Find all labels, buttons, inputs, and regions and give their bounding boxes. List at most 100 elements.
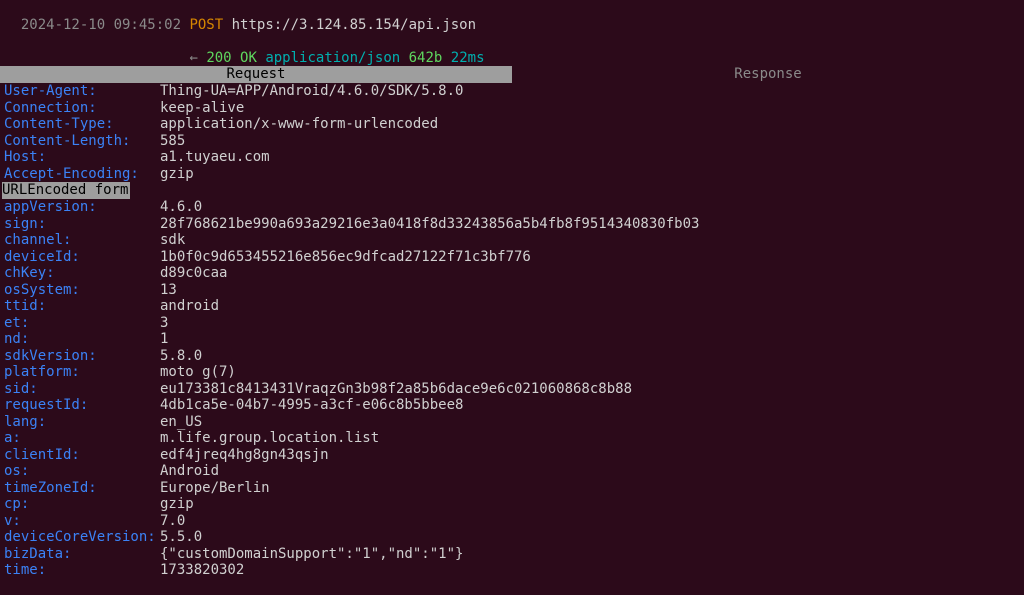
kv-value: d89c0caa [160,265,1020,282]
kv-key: sign: [4,216,160,233]
kv-key: os: [4,463,160,480]
tab-request[interactable]: Request [0,66,512,83]
kv-value: gzip [160,166,1020,183]
kv-value: 3 [160,315,1020,332]
kv-row[interactable]: Content-Length: 585 [4,133,1020,150]
kv-row[interactable]: bizData: {"customDomainSupport":"1","nd"… [4,546,1020,563]
kv-key: platform: [4,364,160,381]
tab-response[interactable]: Response [512,66,1024,83]
kv-row[interactable]: Accept-Encoding: gzip [4,166,1020,183]
kv-value: 28f768621be990a693a29216e3a0418f8d332438… [160,216,1020,233]
kv-key: clientId: [4,447,160,464]
kv-key: osSystem: [4,282,160,299]
http-status: 200 OK [206,50,257,66]
request-headers: User-Agent: Thing-UA=APP/Android/4.6.0/S… [0,83,1024,182]
kv-value: application/x-www-form-urlencoded [160,116,1020,133]
kv-key: v: [4,513,160,530]
kv-row[interactable]: sign: 28f768621be990a693a29216e3a0418f8d… [4,216,1020,233]
kv-row[interactable]: sid: eu173381c8413431VraqzGn3b98f2a85b6d… [4,381,1020,398]
kv-value: 13 [160,282,1020,299]
kv-row[interactable]: deviceCoreVersion: 5.5.0 [4,529,1020,546]
kv-key: requestId: [4,397,160,414]
kv-value: sdk [160,232,1020,249]
kv-key: bizData: [4,546,160,563]
kv-key: chKey: [4,265,160,282]
kv-key: Connection: [4,100,160,117]
kv-value: 4db1ca5e-04b7-4995-a3cf-e06c8b5bbee8 [160,397,1020,414]
kv-key: deviceCoreVersion: [4,529,160,546]
kv-key: appVersion: [4,199,160,216]
kv-row[interactable]: sdkVersion: 5.8.0 [4,348,1020,365]
kv-row[interactable]: appVersion: 4.6.0 [4,199,1020,216]
kv-value: en_US [160,414,1020,431]
kv-row[interactable]: ttid: android [4,298,1020,315]
kv-value: 585 [160,133,1020,150]
kv-key: lang: [4,414,160,431]
kv-value: 5.8.0 [160,348,1020,365]
kv-row[interactable]: et: 3 [4,315,1020,332]
kv-row[interactable]: Host: a1.tuyaeu.com [4,149,1020,166]
kv-value: keep-alive [160,100,1020,117]
kv-row[interactable]: time: 1733820302 [4,562,1020,579]
arrow-icon: ← [189,50,197,66]
kv-row[interactable]: User-Agent: Thing-UA=APP/Android/4.6.0/S… [4,83,1020,100]
response-size: 642b [409,50,443,66]
kv-value: moto g(7) [160,364,1020,381]
kv-key: Host: [4,149,160,166]
kv-value: a1.tuyaeu.com [160,149,1020,166]
kv-row[interactable]: chKey: d89c0caa [4,265,1020,282]
kv-value: 1b0f0c9d653455216e856ec9dfcad27122f71c3b… [160,249,1020,266]
timestamp: 2024-12-10 09:45:02 [21,17,181,33]
kv-key: timeZoneId: [4,480,160,497]
kv-key: nd: [4,331,160,348]
kv-key: a: [4,430,160,447]
http-method: POST [189,17,223,33]
kv-row[interactable]: a: m.life.group.location.list [4,430,1020,447]
kv-value: android [160,298,1020,315]
kv-row[interactable]: nd: 1 [4,331,1020,348]
kv-value: Android [160,463,1020,480]
kv-row[interactable]: Connection: keep-alive [4,100,1020,117]
kv-row[interactable]: requestId: 4db1ca5e-04b7-4995-a3cf-e06c8… [4,397,1020,414]
kv-row[interactable]: Content-Type: application/x-www-form-url… [4,116,1020,133]
kv-value: Europe/Berlin [160,480,1020,497]
section-urlencoded-form[interactable]: URLEncoded form [2,182,130,199]
kv-row[interactable]: lang: en_US [4,414,1020,431]
kv-row[interactable]: os: Android [4,463,1020,480]
kv-key: Content-Type: [4,116,160,133]
kv-key: Accept-Encoding: [4,166,160,183]
kv-value: {"customDomainSupport":"1","nd":"1"} [160,546,1020,563]
kv-value: eu173381c8413431VraqzGn3b98f2a85b6dace9e… [160,381,1020,398]
kv-row[interactable]: clientId: edf4jreq4hg8gn43qsjn [4,447,1020,464]
tabs: Request Response [0,66,1024,83]
kv-row[interactable]: channel: sdk [4,232,1020,249]
kv-key: Content-Length: [4,133,160,150]
latency: 22ms [451,50,485,66]
kv-row[interactable]: cp: gzip [4,496,1020,513]
request-summary-line2: ← 200 OK application/json 642b 22ms [0,33,1024,66]
kv-value: 5.5.0 [160,529,1020,546]
kv-key: sdkVersion: [4,348,160,365]
kv-value: gzip [160,496,1020,513]
kv-key: et: [4,315,160,332]
content-type: application/json [265,50,400,66]
kv-row[interactable]: deviceId: 1b0f0c9d653455216e856ec9dfcad2… [4,249,1020,266]
kv-value: Thing-UA=APP/Android/4.6.0/SDK/5.8.0 [160,83,1020,100]
kv-value: 7.0 [160,513,1020,530]
request-url: https://3.124.85.154/api.json [232,17,476,33]
kv-value: edf4jreq4hg8gn43qsjn [160,447,1020,464]
kv-key: channel: [4,232,160,249]
kv-key: ttid: [4,298,160,315]
kv-row[interactable]: v: 7.0 [4,513,1020,530]
kv-row[interactable]: platform: moto g(7) [4,364,1020,381]
kv-value: m.life.group.location.list [160,430,1020,447]
kv-row[interactable]: timeZoneId: Europe/Berlin [4,480,1020,497]
kv-key: User-Agent: [4,83,160,100]
kv-key: sid: [4,381,160,398]
request-summary-line1: 2024-12-10 09:45:02 POST https://3.124.8… [0,0,1024,33]
kv-value: 1 [160,331,1020,348]
kv-row[interactable]: osSystem: 13 [4,282,1020,299]
kv-key: time: [4,562,160,579]
form-data: appVersion: 4.6.0sign: 28f768621be990a69… [0,199,1024,579]
kv-value: 1733820302 [160,562,1020,579]
